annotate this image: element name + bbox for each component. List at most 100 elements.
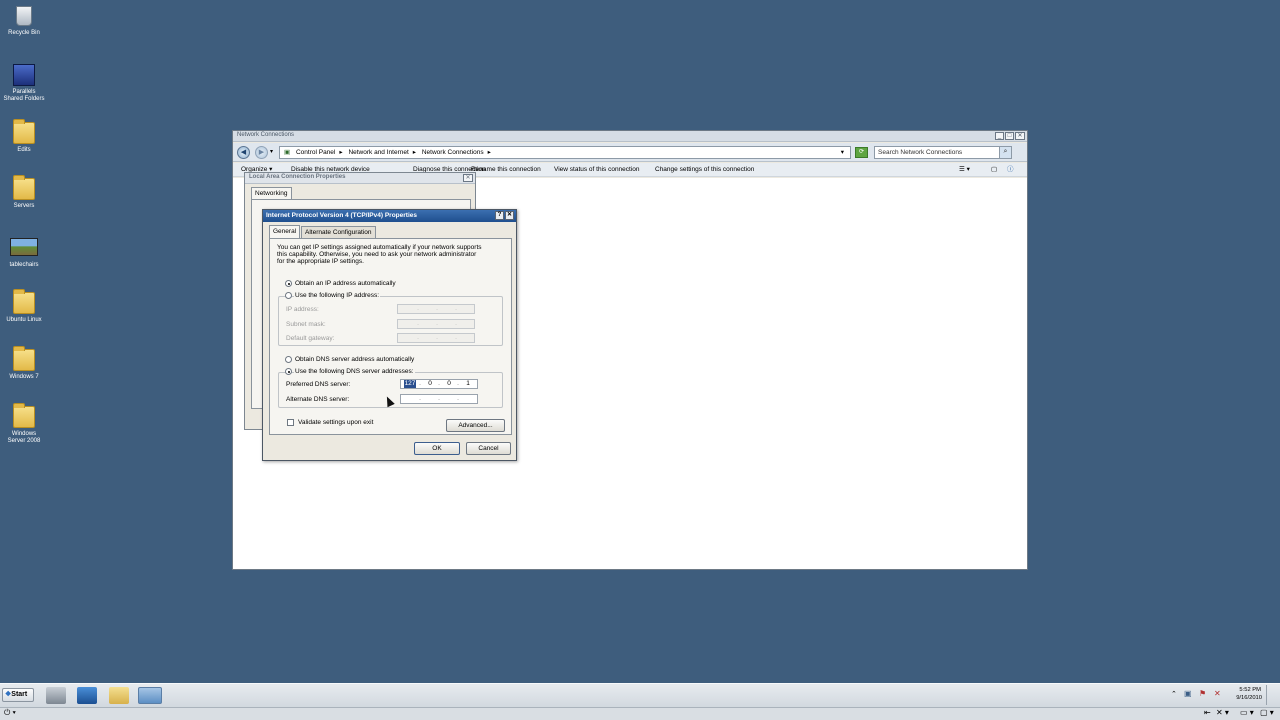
vm-back-icon[interactable]: ⇤ [1204, 708, 1211, 717]
obtain-ip-auto-label[interactable]: Obtain an IP address automatically [295, 280, 396, 287]
windows-explorer-icon[interactable] [109, 687, 129, 704]
default-gateway-label: Default gateway: [286, 335, 335, 342]
ok-button[interactable]: OK [414, 442, 460, 455]
tab-general[interactable]: General [269, 225, 301, 238]
obtain-dns-auto-label[interactable]: Obtain DNS server address automatically [295, 356, 414, 363]
folder-graphic [13, 119, 35, 144]
network-connections-task-icon[interactable] [138, 687, 162, 704]
folder-graphic [13, 289, 35, 314]
recycle-bin-icon[interactable]: Recycle Bin [2, 6, 46, 37]
address-bar[interactable]: ▣ Control Panel ▸ Network and Internet ▸ N… [279, 146, 851, 159]
use-following-ip-radio[interactable] [285, 292, 292, 299]
breadcrumb-arrow-icon[interactable]: ▸ [488, 149, 491, 156]
vm-tools-icon[interactable]: ✕ ▾ [1216, 708, 1229, 717]
window-titlebar[interactable]: Network Connections _ □ ✕ [233, 131, 1027, 142]
lac-titlebar[interactable]: Local Area Connection Properties ✕ [245, 173, 475, 184]
control-panel-icon: ▣ [284, 149, 291, 156]
advanced-button[interactable]: Advanced... [446, 419, 505, 432]
ipv4-caption-buttons: ? ✕ [495, 211, 514, 220]
view-status-command[interactable]: View status of this connection [554, 163, 640, 177]
lac-close-button[interactable]: ✕ [463, 174, 473, 182]
preferred-dns-octet-3[interactable]: 0 [443, 380, 455, 388]
network-tray-icon[interactable]: ▣ [1184, 689, 1192, 698]
obtain-dns-auto-radio[interactable] [285, 356, 292, 363]
ipv4-dialog-titlebar[interactable]: Internet Protocol Version 4 (TCP/IPv4) P… [263, 210, 516, 222]
desktop-icon-label: Windows 7 [9, 374, 39, 380]
desktop-icon-label: tablechairs [9, 262, 39, 268]
obtain-ip-auto-radio[interactable] [285, 280, 292, 287]
host-vm-toolbar: ⏻ ▾ ⇤ ✕ ▾ ▭ ▾ ▢ ▾ [0, 707, 1280, 720]
show-hidden-icons-chevron-up-icon[interactable]: ⌃ [1171, 690, 1177, 698]
breadcrumb-arrow-icon[interactable]: ▸ [339, 149, 342, 156]
breadcrumb-arrow-icon[interactable]: ▸ [413, 149, 416, 156]
preferred-dns-octet-4[interactable]: 1 [462, 380, 474, 388]
view-options-icon[interactable]: ☰ ▾ [959, 163, 970, 177]
breadcrumb-network-and-internet[interactable]: Network and Internet [348, 149, 408, 156]
volume-tray-icon[interactable]: ✕ [1214, 689, 1221, 698]
desktop-icon-label: Recycle Bin [8, 30, 40, 36]
preferred-dns-field[interactable]: 127 . 0 . 0 . 1 [400, 379, 478, 389]
preferred-dns-label: Preferred DNS server: [286, 381, 351, 388]
validate-settings-checkbox[interactable] [287, 419, 294, 426]
image-thumbnail-graphic [10, 238, 38, 256]
shared-folder-graphic [13, 64, 35, 86]
breadcrumb-control-panel[interactable]: Control Panel [296, 149, 335, 156]
lac-title: Local Area Connection Properties [249, 174, 346, 180]
tablechairs-image-icon[interactable]: tablechairs [2, 238, 46, 269]
search-icon[interactable]: ⌕ [999, 147, 1011, 158]
preview-pane-icon[interactable]: ▢ [991, 163, 997, 177]
windows-7-folder-icon[interactable]: Windows 7 [2, 346, 46, 381]
recent-pages-chevron-down-icon[interactable]: ▾ [270, 148, 273, 155]
default-gateway-field: ... [397, 333, 475, 343]
edits-folder-icon[interactable]: Edits [2, 119, 46, 154]
minimize-button[interactable]: _ [995, 132, 1004, 140]
clock-date[interactable]: 9/16/2010 [1228, 695, 1262, 702]
alternate-dns-label: Alternate DNS server: [286, 396, 350, 403]
maximize-button[interactable]: □ [1005, 132, 1014, 140]
ipv4-dialog-title: Internet Protocol Version 4 (TCP/IPv4) P… [266, 212, 417, 219]
address-dropdown-chevron-down-icon[interactable]: ▾ [841, 147, 844, 158]
desktop-icon-label: Windows Server 2008 [7, 431, 41, 444]
refresh-icon[interactable]: ⟳ [855, 147, 868, 158]
server-manager-icon[interactable] [46, 687, 66, 704]
clock-time[interactable]: 5:52 PM [1228, 687, 1261, 694]
show-desktop-button[interactable] [1266, 685, 1278, 705]
use-following-dns-radio[interactable] [285, 368, 292, 375]
search-input[interactable]: Search Network Connections ⌕ [874, 146, 1012, 159]
validate-settings-label[interactable]: Validate settings upon exit [298, 419, 373, 426]
cancel-button[interactable]: Cancel [466, 442, 511, 455]
forward-button[interactable]: ▶ [255, 146, 268, 159]
preferred-dns-octet-2[interactable]: 0 [424, 380, 436, 388]
use-following-ip-label[interactable]: Use the following IP address: [294, 292, 381, 300]
subnet-mask-label: Subnet mask: [286, 321, 326, 328]
help-button[interactable]: ? [495, 211, 504, 220]
start-button[interactable]: ❖Start [2, 688, 34, 702]
powershell-icon[interactable] [77, 687, 97, 704]
parallels-shared-folders-icon[interactable]: Parallels Shared Folders [2, 64, 46, 103]
caption-buttons: _ □ ✕ [995, 132, 1025, 140]
alternate-dns-field[interactable]: ... [400, 394, 478, 404]
breadcrumb-network-connections[interactable]: Network Connections [422, 149, 484, 156]
folder-graphic [13, 346, 35, 371]
address-bar-row: ◀ ▶ ▾ ▣ Control Panel ▸ Network and Inter… [233, 143, 1027, 162]
change-settings-command[interactable]: Change settings of this connection [655, 163, 754, 177]
ip-address-field: ... [397, 304, 475, 314]
help-icon[interactable]: ⓘ [1007, 163, 1014, 177]
subnet-mask-field: ... [397, 319, 475, 329]
vm-window-mode-icon[interactable]: ▭ ▾ [1240, 708, 1254, 717]
desktop-icon-label: Parallels Shared Folders [3, 89, 45, 102]
preferred-dns-octet-1[interactable]: 127 [404, 380, 416, 388]
use-following-dns-label[interactable]: Use the following DNS server addresses: [294, 368, 415, 376]
vm-menu-icon[interactable]: ▢ ▾ [1260, 708, 1274, 717]
servers-folder-icon[interactable]: Servers [2, 175, 46, 210]
rename-connection-command[interactable]: Rename this connection [471, 163, 541, 177]
lac-tab-networking[interactable]: Networking [251, 187, 292, 199]
close-button[interactable]: ✕ [505, 211, 514, 220]
ubuntu-linux-folder-icon[interactable]: Ubuntu Linux [2, 289, 46, 324]
close-button[interactable]: ✕ [1015, 132, 1025, 140]
action-center-tray-icon[interactable]: ⚑ [1199, 689, 1206, 698]
windows-server-2008-folder-icon[interactable]: Windows Server 2008 [2, 403, 46, 445]
tab-alternate-configuration[interactable]: Alternate Configuration [301, 226, 376, 238]
power-button-icon[interactable]: ⏻ ▾ [4, 708, 16, 718]
back-button[interactable]: ◀ [237, 146, 250, 159]
